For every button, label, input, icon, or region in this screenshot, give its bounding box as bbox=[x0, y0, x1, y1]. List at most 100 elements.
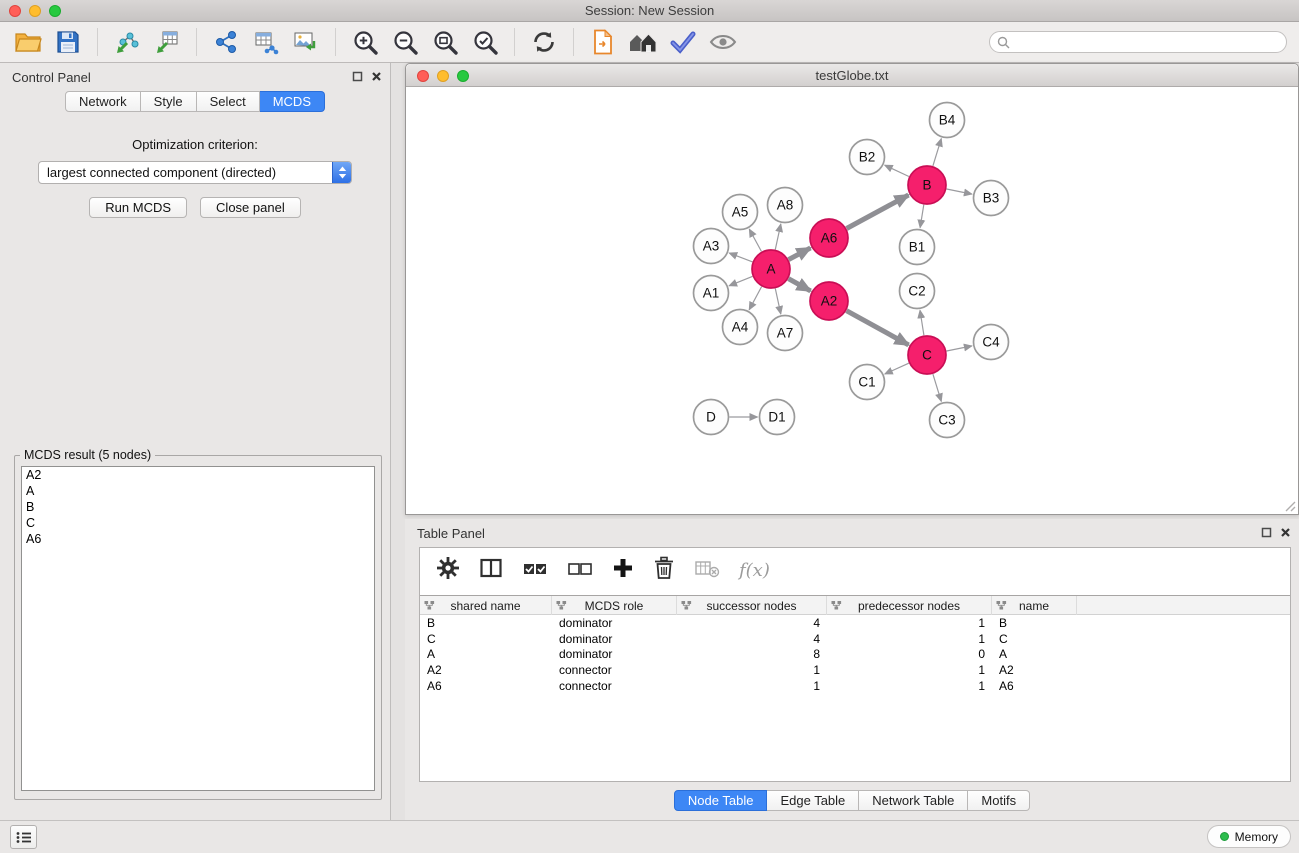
network-node-A3[interactable]: A3 bbox=[694, 229, 729, 264]
table-cell[interactable]: dominator bbox=[552, 632, 677, 646]
table-cell[interactable]: A2 bbox=[420, 663, 552, 677]
save-session-button[interactable] bbox=[48, 24, 88, 60]
open-network-file-button[interactable] bbox=[583, 24, 623, 60]
network-edge-A-A6[interactable] bbox=[789, 248, 811, 260]
search-input[interactable] bbox=[989, 31, 1287, 53]
show-graphics-details-button[interactable] bbox=[703, 24, 743, 60]
function-builder-button[interactable]: f(x) bbox=[739, 560, 770, 581]
network-window-titlebar[interactable]: testGlobe.txt bbox=[406, 64, 1298, 87]
network-node-C4[interactable]: C4 bbox=[974, 325, 1009, 360]
run-mcds-button[interactable]: Run MCDS bbox=[89, 197, 187, 218]
optimization-criterion-select[interactable]: largest connected component (directed) bbox=[38, 161, 352, 184]
tab-node-table[interactable]: Node Table bbox=[674, 790, 768, 811]
network-edge-C-C2[interactable] bbox=[920, 310, 924, 335]
zoom-selected-button[interactable] bbox=[465, 24, 505, 60]
mcds-result-item[interactable]: B bbox=[22, 499, 374, 515]
mcds-result-list[interactable]: A2ABCA6 bbox=[21, 466, 375, 791]
network-edge-A-A4[interactable] bbox=[749, 287, 761, 310]
table-cell[interactable]: 1 bbox=[827, 663, 992, 677]
close-panel-icon[interactable] bbox=[1280, 527, 1291, 538]
network-edge-C-C3[interactable] bbox=[933, 374, 941, 401]
network-node-B[interactable]: B bbox=[908, 166, 946, 204]
table-cell[interactable]: 1 bbox=[677, 663, 827, 677]
mcds-result-item[interactable]: A6 bbox=[22, 531, 374, 547]
network-node-A6[interactable]: A6 bbox=[810, 219, 848, 257]
export-image-button[interactable] bbox=[286, 24, 326, 60]
home-button[interactable] bbox=[623, 24, 663, 60]
table-cell[interactable]: B bbox=[992, 616, 1077, 630]
tab-style[interactable]: Style bbox=[141, 91, 197, 112]
show-columns-button[interactable] bbox=[479, 556, 503, 585]
table-cell[interactable]: 1 bbox=[827, 632, 992, 646]
table-row[interactable]: Cdominator41C bbox=[420, 631, 1290, 647]
table-cell[interactable]: A2 bbox=[992, 663, 1077, 677]
network-edge-A-A2[interactable] bbox=[789, 279, 811, 291]
close-panel-icon[interactable] bbox=[371, 71, 382, 82]
delete-column-button[interactable] bbox=[653, 556, 675, 585]
network-node-B2[interactable]: B2 bbox=[850, 140, 885, 175]
table-row[interactable]: A6connector11A6 bbox=[420, 678, 1290, 694]
network-node-B1[interactable]: B1 bbox=[900, 230, 935, 265]
zoom-in-button[interactable] bbox=[345, 24, 385, 60]
import-table-button[interactable] bbox=[147, 24, 187, 60]
mcds-result-item[interactable]: C bbox=[22, 515, 374, 531]
show-panels-button[interactable] bbox=[10, 825, 37, 849]
table-cell[interactable]: A6 bbox=[992, 679, 1077, 693]
clear-table-button[interactable] bbox=[694, 557, 720, 584]
float-panel-icon[interactable] bbox=[1261, 527, 1272, 538]
table-cell[interactable]: 0 bbox=[827, 647, 992, 661]
column-header-shared-name[interactable]: shared name bbox=[420, 596, 552, 615]
network-node-A2[interactable]: A2 bbox=[810, 282, 848, 320]
network-node-A1[interactable]: A1 bbox=[694, 276, 729, 311]
network-node-A4[interactable]: A4 bbox=[723, 310, 758, 345]
zoom-out-button[interactable] bbox=[385, 24, 425, 60]
table-cell[interactable]: A bbox=[420, 647, 552, 661]
network-node-A[interactable]: A bbox=[752, 250, 790, 288]
tab-select[interactable]: Select bbox=[197, 91, 260, 112]
table-cell[interactable]: dominator bbox=[552, 647, 677, 661]
import-network-button[interactable] bbox=[107, 24, 147, 60]
network-edge-B-B1[interactable] bbox=[920, 205, 924, 228]
open-session-button[interactable] bbox=[8, 24, 48, 60]
network-node-B4[interactable]: B4 bbox=[930, 103, 965, 138]
close-mcds-panel-button[interactable]: Close panel bbox=[200, 197, 301, 218]
table-row[interactable]: Adominator80A bbox=[420, 647, 1290, 663]
network-node-A7[interactable]: A7 bbox=[768, 316, 803, 351]
network-node-C1[interactable]: C1 bbox=[850, 365, 885, 400]
network-edge-A6-B[interactable] bbox=[847, 195, 909, 229]
table-cell[interactable]: A bbox=[992, 647, 1077, 661]
table-cell[interactable]: 1 bbox=[677, 679, 827, 693]
table-cell[interactable]: 8 bbox=[677, 647, 827, 661]
column-header-successor-nodes[interactable]: successor nodes bbox=[677, 596, 827, 615]
close-window-button[interactable] bbox=[417, 70, 429, 82]
network-node-C3[interactable]: C3 bbox=[930, 403, 965, 438]
network-node-C2[interactable]: C2 bbox=[900, 274, 935, 309]
column-header-mcds-role[interactable]: MCDS role bbox=[552, 596, 677, 615]
table-cell[interactable]: C bbox=[992, 632, 1077, 646]
network-edge-B-B3[interactable] bbox=[947, 189, 972, 194]
deselect-all-button[interactable] bbox=[567, 556, 593, 585]
close-window-button[interactable] bbox=[9, 5, 21, 17]
network-node-C[interactable]: C bbox=[908, 336, 946, 374]
table-cell[interactable]: A6 bbox=[420, 679, 552, 693]
refresh-network-button[interactable] bbox=[524, 24, 564, 60]
apply-style-button[interactable] bbox=[663, 24, 703, 60]
minimize-window-button[interactable] bbox=[437, 70, 449, 82]
network-edge-A-A7[interactable] bbox=[775, 289, 781, 315]
network-node-A5[interactable]: A5 bbox=[723, 195, 758, 230]
network-edge-B-B2[interactable] bbox=[885, 165, 909, 176]
tab-edge-table[interactable]: Edge Table bbox=[767, 790, 859, 811]
tab-motifs[interactable]: Motifs bbox=[968, 790, 1030, 811]
network-edge-C-C4[interactable] bbox=[947, 346, 972, 351]
network-node-D1[interactable]: D1 bbox=[760, 400, 795, 435]
network-canvas[interactable]: B4B2BB3A5A8A6A3B1AC2A1A2A4A7C4CC1DD1C3 bbox=[406, 87, 1298, 514]
table-cell[interactable]: connector bbox=[552, 679, 677, 693]
mcds-result-item[interactable]: A bbox=[22, 483, 374, 499]
network-node-A8[interactable]: A8 bbox=[768, 188, 803, 223]
table-cell[interactable]: 1 bbox=[827, 616, 992, 630]
network-edge-A-A1[interactable] bbox=[729, 276, 752, 285]
new-table-button[interactable] bbox=[246, 24, 286, 60]
network-edge-A-A8[interactable] bbox=[775, 224, 781, 250]
network-edge-A-A5[interactable] bbox=[749, 229, 761, 251]
table-row[interactable]: A2connector11A2 bbox=[420, 662, 1290, 678]
